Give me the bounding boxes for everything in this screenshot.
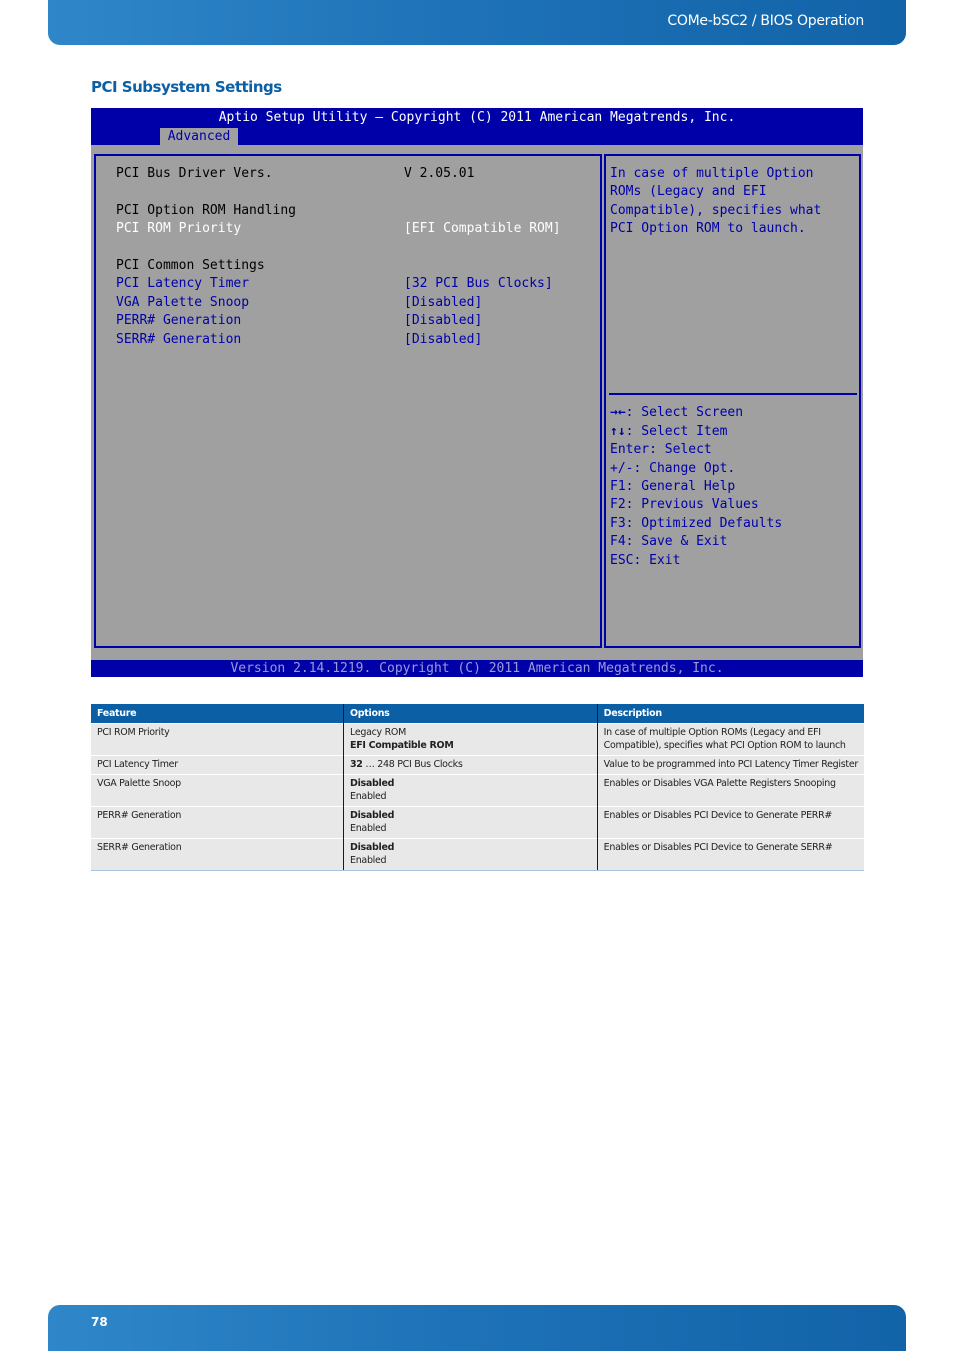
options-cell: 32 … 248 PCI Bus Clocks: [343, 755, 598, 775]
serr-generation-item[interactable]: SERR# Generation: [116, 332, 241, 347]
option-rom-heading: PCI Option ROM Handling: [116, 203, 297, 218]
up-down-arrows-icon: ↑↓: [610, 424, 626, 439]
bios-version-footer: Version 2.14.1219. Copyright (C) 2011 Am…: [91, 660, 863, 677]
help-text-line: PCI Option ROM to launch.: [610, 221, 806, 236]
perr-generation-value[interactable]: [Disabled]: [404, 313, 482, 328]
feature-cell: VGA Palette Snoop: [91, 774, 344, 807]
column-header-feature: Feature: [91, 704, 344, 724]
page-number: 78: [91, 1315, 108, 1329]
description-cell: Enables or Disables VGA Palette Register…: [597, 774, 864, 807]
bios-settings-panel: PCI Bus Driver Vers. V 2.05.01 PCI Optio…: [94, 154, 602, 648]
column-header-options: Options: [343, 704, 598, 724]
vga-palette-snoop-item[interactable]: VGA Palette Snoop: [116, 295, 249, 310]
table-row: VGA Palette Snoop Disabled Enabled Enabl…: [91, 774, 864, 807]
options-table: Feature Options Description PCI ROM Prio…: [91, 704, 864, 871]
pci-bus-driver-label: PCI Bus Driver Vers.: [116, 166, 273, 181]
key-hint-f2: F2: Previous Values: [610, 497, 759, 512]
section-title: PCI Subsystem Settings: [91, 78, 282, 96]
table-row: PCI Latency Timer 32 … 248 PCI Bus Clock…: [91, 755, 864, 775]
table-header-row: Feature Options Description: [91, 704, 864, 724]
bios-screenshot: Aptio Setup Utility – Copyright (C) 2011…: [91, 108, 863, 677]
description-cell: Value to be programmed into PCI Latency …: [597, 755, 864, 775]
table-row: PERR# Generation Disabled Enabled Enable…: [91, 806, 864, 839]
key-hint-change-opt: +/-: Change Opt.: [610, 461, 736, 476]
perr-generation-item[interactable]: PERR# Generation: [116, 313, 241, 328]
feature-cell: PERR# Generation: [91, 806, 344, 839]
key-hint-select-item: ↑↓: Select Item: [610, 424, 728, 439]
pci-rom-priority-item[interactable]: PCI ROM Priority: [116, 221, 241, 236]
key-hint-f4: F4: Save & Exit: [610, 534, 728, 549]
vga-palette-snoop-value[interactable]: [Disabled]: [404, 295, 482, 310]
key-hint-esc: ESC: Exit: [610, 553, 681, 568]
table-row: SERR# Generation Disabled Enabled Enable…: [91, 838, 864, 871]
key-hint-f1: F1: General Help: [610, 479, 736, 494]
options-cell: Disabled Enabled: [343, 806, 598, 839]
description-cell: Enables or Disables PCI Device to Genera…: [597, 806, 864, 839]
pci-bus-driver-value: V 2.05.01: [404, 166, 475, 181]
help-divider: [609, 393, 857, 395]
key-hint-f3: F3: Optimized Defaults: [610, 516, 783, 531]
pci-latency-timer-item[interactable]: PCI Latency Timer: [116, 276, 249, 291]
tab-advanced[interactable]: Advanced: [160, 128, 238, 145]
pci-latency-timer-value[interactable]: [32 PCI Bus Clocks]: [404, 276, 553, 291]
description-cell: Enables or Disables PCI Device to Genera…: [597, 838, 864, 871]
page-header-band: COMe-bSC2 / BIOS Operation: [48, 0, 906, 45]
options-cell: Legacy ROM EFI Compatible ROM: [343, 723, 598, 756]
feature-cell: PCI ROM Priority: [91, 723, 344, 756]
key-hint-enter: Enter: Select: [610, 442, 712, 457]
key-hint-select-screen: →←: Select Screen: [610, 405, 744, 420]
column-header-description: Description: [597, 704, 864, 724]
pci-rom-priority-value[interactable]: [EFI Compatible ROM]: [404, 221, 561, 236]
page-footer-band: 78: [48, 1305, 906, 1351]
help-text-line: Compatible), specifies what: [610, 203, 822, 218]
common-settings-heading: PCI Common Settings: [116, 258, 265, 273]
options-cell: Disabled Enabled: [343, 774, 598, 807]
options-cell: Disabled Enabled: [343, 838, 598, 871]
serr-generation-value[interactable]: [Disabled]: [404, 332, 482, 347]
document-title: COMe-bSC2 / BIOS Operation: [667, 13, 864, 29]
bios-title-bar: Aptio Setup Utility – Copyright (C) 2011…: [91, 108, 863, 145]
help-text-line: ROMs (Legacy and EFI: [610, 184, 767, 199]
left-right-arrows-icon: →←: [610, 405, 626, 420]
help-text-line: In case of multiple Option: [610, 166, 814, 181]
table-row: PCI ROM Priority Legacy ROM EFI Compatib…: [91, 723, 864, 756]
description-cell: In case of multiple Option ROMs (Legacy …: [597, 723, 864, 756]
bios-help-panel: In case of multiple Option ROMs (Legacy …: [604, 154, 861, 648]
feature-cell: SERR# Generation: [91, 838, 344, 871]
bios-title: Aptio Setup Utility – Copyright (C) 2011…: [218, 110, 736, 125]
feature-cell: PCI Latency Timer: [91, 755, 344, 775]
